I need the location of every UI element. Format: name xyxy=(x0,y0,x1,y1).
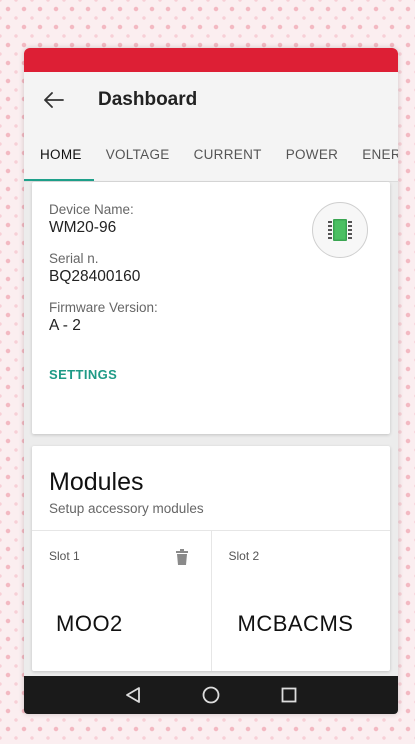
back-arrow-icon[interactable] xyxy=(42,88,66,112)
modules-card: Modules Setup accessory modules Slot 1 M… xyxy=(32,446,390,671)
slot-1-module-name: MOO2 xyxy=(56,611,123,636)
phone-screen: Dashboard HOME VOLTAGE CURRENT POWER ENE… xyxy=(24,48,398,714)
status-bar xyxy=(24,48,398,72)
back-triangle-icon[interactable] xyxy=(121,683,145,707)
page-title: Dashboard xyxy=(98,89,198,110)
chip-icon xyxy=(312,202,368,258)
serial-value: BQ28400160 xyxy=(49,268,141,285)
tab-energy[interactable]: ENER xyxy=(350,128,398,181)
modules-subtitle: Setup accessory modules xyxy=(49,501,204,516)
home-circle-icon[interactable] xyxy=(199,683,223,707)
tab-bar: HOME VOLTAGE CURRENT POWER ENER xyxy=(24,128,398,182)
slot-2-tile[interactable]: Slot 2 MCBACMS xyxy=(210,531,391,671)
app-bar: Dashboard xyxy=(24,72,398,128)
tab-current[interactable]: CURRENT xyxy=(182,128,274,181)
tab-power[interactable]: POWER xyxy=(274,128,351,181)
tab-voltage[interactable]: VOLTAGE xyxy=(94,128,182,181)
firmware-label: Firmware Version: xyxy=(49,300,158,315)
device-info-card: Device Name: WM20-96 Serial n. BQ2840016… xyxy=(32,182,390,434)
recents-square-icon[interactable] xyxy=(277,683,301,707)
settings-button[interactable]: SETTINGS xyxy=(49,367,117,382)
system-nav-bar xyxy=(24,676,398,714)
trash-icon[interactable] xyxy=(175,549,189,565)
slot-1-label: Slot 1 xyxy=(49,549,80,563)
firmware-value: A - 2 xyxy=(49,317,81,334)
slot-1-tile[interactable]: Slot 1 MOO2 xyxy=(32,531,211,671)
slot-2-module-name: MCBACMS xyxy=(237,611,354,636)
tab-home[interactable]: HOME xyxy=(24,128,94,181)
slot-grid: Slot 1 MOO2 Slot 2 MCBACMS xyxy=(32,531,390,671)
modules-title: Modules xyxy=(49,468,144,496)
modules-header: Modules Setup accessory modules xyxy=(32,446,390,531)
slot-2-label: Slot 2 xyxy=(228,549,260,563)
